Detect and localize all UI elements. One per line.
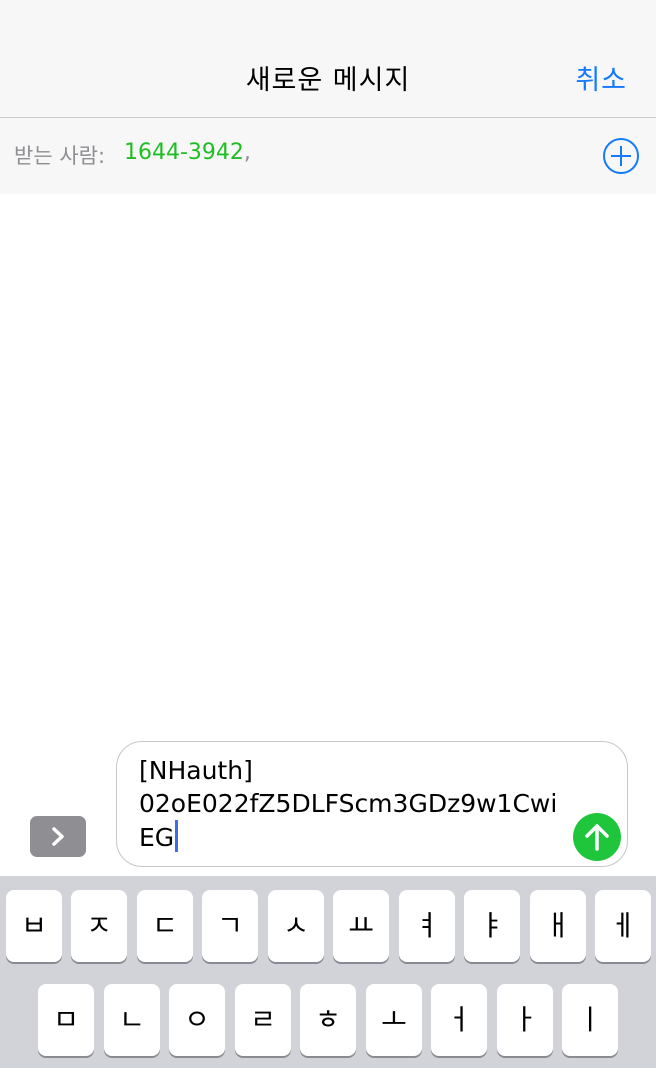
message-line-last: EG xyxy=(139,820,559,854)
recipient-number: 1644-3942 xyxy=(124,140,244,165)
expand-apps-button[interactable] xyxy=(30,816,86,857)
key[interactable]: ㄱ xyxy=(202,890,258,962)
key[interactable]: ㅓ xyxy=(431,984,487,1056)
key[interactable]: ㅕ xyxy=(399,890,455,962)
key[interactable]: ㅑ xyxy=(464,890,520,962)
key[interactable]: ㅣ xyxy=(562,984,618,1056)
keyboard: ㅂ ㅈ ㄷ ㄱ ㅅ ㅛ ㅕ ㅑ ㅐ ㅔ ㅁ ㄴ ㅇ ㄹ ㅎ ㅗ ㅓ ㅏ ㅣ xyxy=(0,876,656,1068)
key[interactable]: ㅈ xyxy=(71,890,127,962)
recipient-token[interactable]: 1644-3942, xyxy=(124,140,251,165)
send-button[interactable] xyxy=(573,813,621,861)
key[interactable]: ㅁ xyxy=(38,984,94,1056)
arrow-up-icon xyxy=(585,824,609,851)
page-title: 새로운 메시지 xyxy=(245,65,411,96)
key[interactable]: ㅔ xyxy=(595,890,651,962)
add-contact-button[interactable] xyxy=(603,138,639,174)
text-cursor xyxy=(175,820,179,852)
navigation-bar: 새로운 메시지 취소 xyxy=(0,0,656,118)
recipient-bar: 받는 사람: 1644-3942, xyxy=(0,118,656,194)
message-line: [NHauth] xyxy=(139,756,253,785)
key[interactable]: ㅐ xyxy=(530,890,586,962)
message-line: EG xyxy=(139,823,175,852)
message-input[interactable]: [NHauth] 02oE022fZ5DLFScm3GDz9w1Cwi EG xyxy=(116,741,628,867)
message-text: [NHauth] 02oE022fZ5DLFScm3GDz9w1Cwi EG xyxy=(139,754,559,854)
key[interactable]: ㅇ xyxy=(169,984,225,1056)
key[interactable]: ㅛ xyxy=(333,890,389,962)
key[interactable]: ㄷ xyxy=(137,890,193,962)
key[interactable]: ㄹ xyxy=(235,984,291,1056)
key[interactable]: ㅏ xyxy=(497,984,553,1056)
chevron-right-icon xyxy=(52,827,64,846)
recipient-separator: , xyxy=(243,140,251,165)
message-area xyxy=(0,194,656,740)
key[interactable]: ㅗ xyxy=(366,984,422,1056)
key[interactable]: ㅅ xyxy=(268,890,324,962)
key[interactable]: ㅂ xyxy=(6,890,62,962)
recipient-label: 받는 사람: xyxy=(14,144,106,168)
message-line: 02oE022fZ5DLFScm3GDz9w1Cwi xyxy=(139,789,558,818)
key[interactable]: ㅎ xyxy=(300,984,356,1056)
cancel-button[interactable]: 취소 xyxy=(575,58,627,97)
plus-circle-icon xyxy=(603,138,639,174)
key[interactable]: ㄴ xyxy=(104,984,160,1056)
